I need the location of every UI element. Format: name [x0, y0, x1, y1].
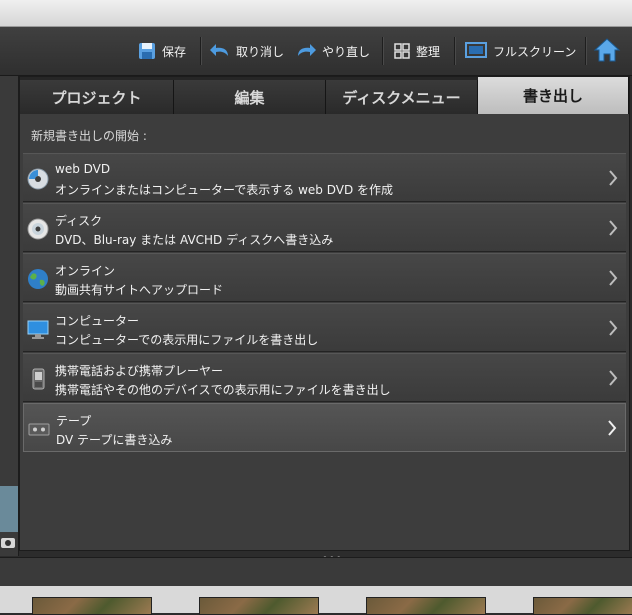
redo-label: やり直し	[322, 44, 371, 59]
export-item-disc[interactable]: ディスク DVD、Blu-ray または AVCHD ディスクへ書き込み	[23, 203, 626, 252]
mobile-phone-icon	[32, 368, 45, 390]
tab-project-label: プロジェクト	[51, 88, 142, 107]
media-thumbnail[interactable]	[366, 597, 486, 615]
camera-icon	[0, 486, 18, 548]
tab-export-label: 書き出し	[522, 87, 583, 105]
chevron-right-icon	[609, 270, 618, 286]
item-description: コンピューターでの表示用にファイルを書き出し	[55, 333, 319, 347]
tab-project[interactable]: プロジェクト	[20, 80, 174, 114]
section-label: 新規書き出しの開始 :	[31, 129, 147, 143]
left-sidebar-strip	[0, 76, 19, 556]
save-icon	[139, 43, 155, 59]
chevron-right-icon	[609, 320, 618, 336]
export-panel: プロジェクト 編集 ディスクメニュー 書き出し 新規書き出しの開始 : web …	[19, 76, 630, 551]
home-button[interactable]	[593, 37, 623, 65]
monitor-icon	[27, 320, 49, 339]
media-filmstrip	[0, 586, 632, 615]
fullscreen-icon	[465, 42, 487, 58]
item-description: DV テープに書き込み	[56, 433, 173, 447]
item-description: 携帯電話やその他のデバイスでの表示用にファイルを書き出し	[55, 383, 391, 397]
redo-icon	[298, 44, 316, 56]
tab-export[interactable]: 書き出し	[478, 77, 629, 114]
export-item-online[interactable]: オンライン 動画共有サイトへアップロード	[23, 253, 626, 302]
globe-icon	[28, 269, 48, 289]
item-title: テープ	[56, 414, 92, 428]
chevron-right-icon	[608, 420, 617, 436]
item-description: DVD、Blu-ray または AVCHD ディスクへ書き込み	[55, 233, 334, 247]
organize-icon	[394, 43, 410, 59]
chevron-right-icon	[609, 220, 618, 236]
organize-label: 整理	[416, 44, 441, 59]
save-label: 保存	[162, 44, 187, 59]
window-titlebar	[0, 0, 632, 27]
item-title: web DVD	[55, 162, 111, 176]
home-icon	[593, 38, 621, 62]
item-description: 動画共有サイトへアップロード	[55, 283, 224, 297]
fullscreen-label: フルスクリーン	[493, 44, 577, 59]
organize-button[interactable]: 整理	[394, 40, 440, 62]
toolbar: 保存 取り消し やり直し 整理 フルスクリーン	[0, 27, 632, 76]
export-item-computer[interactable]: コンピューター コンピューターでの表示用にファイルを書き出し	[23, 303, 626, 352]
tab-edit[interactable]: 編集	[174, 80, 326, 114]
undo-button[interactable]: 取り消し	[210, 40, 284, 62]
export-item-web-dvd[interactable]: web DVD オンラインまたはコンピューターで表示する web DVD を作成	[23, 153, 626, 202]
undo-icon	[210, 44, 228, 56]
item-description: オンラインまたはコンピューターで表示する web DVD を作成	[55, 183, 394, 197]
media-thumbnail[interactable]	[199, 597, 319, 615]
disc-icon	[27, 218, 49, 240]
bottom-bar	[0, 557, 632, 586]
tab-bar: プロジェクト 編集 ディスクメニュー 書き出し	[20, 77, 629, 114]
tab-edit-label: 編集	[234, 88, 265, 107]
undo-label: 取り消し	[236, 44, 285, 59]
tape-icon	[28, 423, 50, 436]
chevron-right-icon	[609, 170, 618, 186]
item-title: 携帯電話および携帯プレーヤー	[55, 364, 224, 378]
tab-disc-menu[interactable]: ディスクメニュー	[326, 80, 478, 114]
export-item-mobile[interactable]: 携帯電話および携帯プレーヤー 携帯電話やその他のデバイスでの表示用にファイルを書…	[23, 353, 626, 402]
media-thumbnail[interactable]	[533, 597, 632, 615]
item-title: コンピューター	[55, 314, 140, 328]
media-thumbnail[interactable]	[32, 597, 152, 615]
fullscreen-button[interactable]: フルスクリーン	[465, 40, 576, 62]
export-item-tape[interactable]: テープ DV テープに書き込み	[23, 403, 626, 452]
item-title: ディスク	[55, 214, 103, 228]
item-title: オンライン	[55, 264, 116, 278]
tab-disc-menu-label: ディスクメニュー	[342, 88, 461, 107]
chevron-right-icon	[609, 370, 618, 386]
web-dvd-icon	[27, 168, 49, 190]
redo-button[interactable]: やり直し	[296, 40, 370, 62]
save-button[interactable]: 保存	[138, 40, 186, 62]
